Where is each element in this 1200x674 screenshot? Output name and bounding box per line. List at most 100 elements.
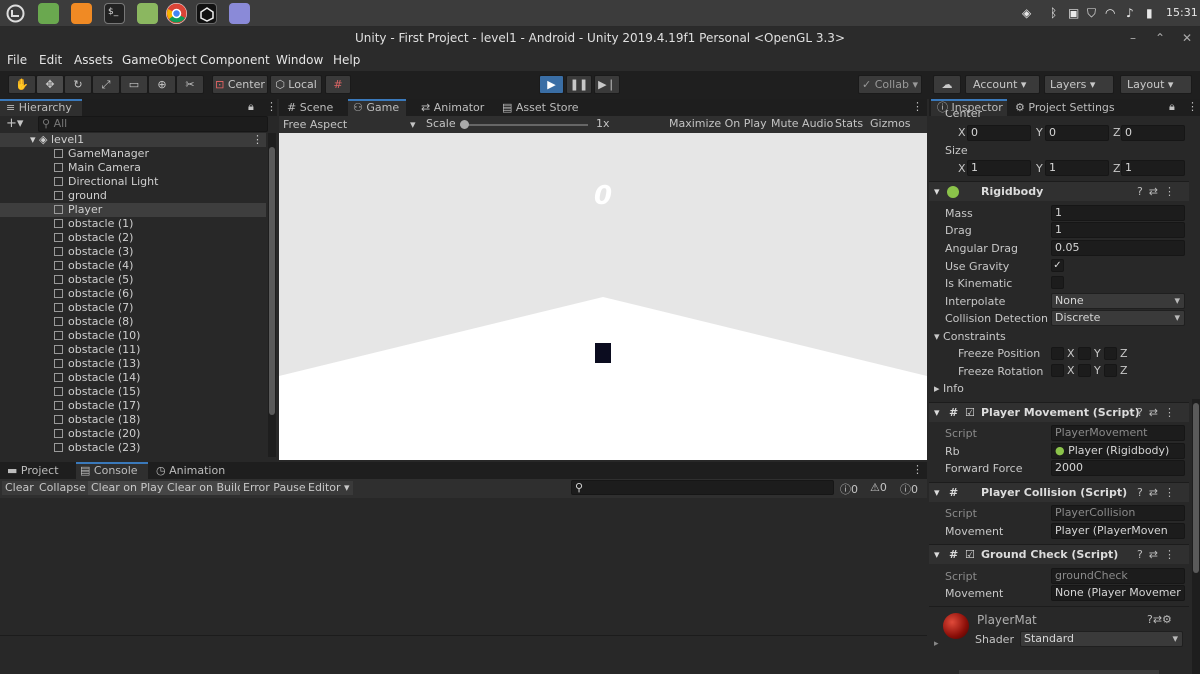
move-tool-icon[interactable]: ✥ bbox=[36, 75, 64, 94]
menu-assets[interactable]: Assets bbox=[74, 53, 113, 67]
freeze-rot-z-checkbox[interactable] bbox=[1104, 364, 1117, 377]
aspect-dropdown[interactable]: Free Aspect ▾ bbox=[283, 117, 419, 132]
console-search-input[interactable]: ⚲ bbox=[571, 480, 834, 495]
player-collision-header[interactable]: ▾ # Player Collision (Script) ?⇄⋮ bbox=[929, 482, 1189, 502]
create-plus-icon[interactable]: +▾ bbox=[6, 116, 23, 131]
volume-icon[interactable]: ♪ bbox=[1126, 6, 1134, 20]
constraints-foldout[interactable]: ▾ Constraints bbox=[934, 330, 1006, 343]
battery-icon[interactable]: ▮ bbox=[1146, 6, 1153, 20]
component-header-icons[interactable]: ?⇄⋮ bbox=[1137, 182, 1181, 202]
tab-scene[interactable]: # Scene bbox=[283, 99, 345, 116]
interpolate-dropdown[interactable]: None bbox=[1051, 293, 1185, 309]
material-header-icons[interactable]: ?⇄⚙ bbox=[1147, 613, 1172, 626]
space-local-button[interactable]: ⬡ Local bbox=[270, 75, 322, 94]
hierarchy-item[interactable]: Player bbox=[0, 203, 266, 217]
clear-on-build-button[interactable]: Clear on Build bbox=[164, 481, 248, 495]
cloud-icon[interactable]: ☁ bbox=[933, 75, 961, 94]
ground-check-header[interactable]: ▾ # ☑ Ground Check (Script) ?⇄⋮ bbox=[929, 544, 1189, 564]
freeze-rot-x-checkbox[interactable] bbox=[1051, 364, 1064, 377]
game-viewport[interactable]: 0 bbox=[279, 133, 927, 460]
hierarchy-item[interactable]: obstacle (4) bbox=[0, 259, 266, 273]
console-clear-button[interactable]: Clear bbox=[2, 481, 37, 495]
tab-asset-store[interactable]: ▤ Asset Store bbox=[498, 99, 584, 116]
drag-field[interactable]: 1 bbox=[1051, 222, 1185, 238]
use-gravity-checkbox[interactable]: ✓ bbox=[1051, 259, 1064, 272]
transform-tool-icon[interactable]: ⊕ bbox=[148, 75, 176, 94]
inspector-more-icon[interactable]: ⋮ bbox=[1187, 100, 1198, 113]
add-component-button[interactable] bbox=[959, 670, 1159, 674]
tab-project-settings[interactable]: ⚙ Project Settings bbox=[1015, 99, 1115, 116]
pivot-center-button[interactable]: ⊡ Center bbox=[212, 75, 268, 94]
hierarchy-item[interactable]: obstacle (5) bbox=[0, 273, 266, 287]
tab-animator[interactable]: ⇄ Animator bbox=[416, 99, 494, 116]
editor-dropdown[interactable]: Editor ▾ bbox=[305, 481, 353, 495]
network-icon[interactable]: ◠ bbox=[1105, 6, 1115, 20]
more-icon[interactable]: ⋮ bbox=[266, 100, 277, 113]
component-header-icons[interactable]: ?⇄⋮ bbox=[1137, 403, 1181, 423]
hierarchy-item[interactable]: obstacle (1) bbox=[0, 217, 266, 231]
size-z-field[interactable]: 1 bbox=[1121, 160, 1185, 176]
hierarchy-item[interactable]: obstacle (17) bbox=[0, 399, 266, 413]
scale-slider-handle[interactable] bbox=[460, 120, 469, 129]
gc-movement-field[interactable]: None (Player Movemer bbox=[1051, 585, 1185, 601]
hierarchy-search-input[interactable]: ⚲ All bbox=[38, 116, 268, 132]
freeze-pos-z-checkbox[interactable] bbox=[1104, 347, 1117, 360]
hierarchy-item[interactable]: obstacle (3) bbox=[0, 245, 266, 259]
clock[interactable]: 15:31 bbox=[1166, 6, 1198, 19]
hand-tool-icon[interactable]: ✋ bbox=[8, 75, 36, 94]
hierarchy-item[interactable]: obstacle (6) bbox=[0, 287, 266, 301]
inspector-scrollbar-thumb[interactable] bbox=[1193, 403, 1199, 573]
rb-field[interactable]: ● Player (Rigidbody) bbox=[1051, 443, 1185, 459]
account-dropdown[interactable]: Account ▾ bbox=[965, 75, 1040, 94]
terminal-icon[interactable]: $_ bbox=[104, 3, 125, 24]
is-kinematic-checkbox[interactable] bbox=[1051, 276, 1064, 289]
hierarchy-item[interactable]: obstacle (18) bbox=[0, 413, 266, 427]
pc-movement-field[interactable]: Player (PlayerMoven bbox=[1051, 523, 1185, 539]
forward-force-field[interactable]: 2000 bbox=[1051, 460, 1185, 476]
menu-icon[interactable] bbox=[5, 3, 26, 24]
hierarchy-item[interactable]: GameManager bbox=[0, 147, 266, 161]
tab-console[interactable]: ▤ Console bbox=[76, 462, 148, 479]
mute-audio-toggle[interactable]: Mute Audio bbox=[771, 117, 833, 130]
center-y-field[interactable]: 0 bbox=[1045, 125, 1109, 141]
size-x-field[interactable]: 1 bbox=[967, 160, 1031, 176]
menu-help[interactable]: Help bbox=[333, 53, 360, 67]
component-header-icons[interactable]: ?⇄⋮ bbox=[1137, 545, 1181, 565]
gizmos-toggle[interactable]: Gizmos bbox=[870, 117, 911, 130]
minimize-icon[interactable]: – bbox=[1130, 27, 1136, 49]
hierarchy-item[interactable]: obstacle (15) bbox=[0, 385, 266, 399]
freeze-rot-y-checkbox[interactable] bbox=[1078, 364, 1091, 377]
snap-grid-icon[interactable]: # bbox=[325, 75, 351, 94]
tab-project[interactable]: ▬ Project bbox=[4, 462, 74, 479]
game-more-icon[interactable]: ⋮ bbox=[912, 100, 923, 113]
hierarchy-item[interactable]: obstacle (20) bbox=[0, 427, 266, 441]
hierarchy-scrollbar[interactable] bbox=[268, 133, 276, 457]
console-collapse-button[interactable]: Collapse bbox=[36, 481, 89, 495]
hierarchy-item[interactable]: obstacle (14) bbox=[0, 371, 266, 385]
layers-dropdown[interactable]: Layers ▾ bbox=[1044, 75, 1114, 94]
clipboard-icon[interactable]: ▣ bbox=[1068, 6, 1079, 20]
mass-field[interactable]: 1 bbox=[1051, 205, 1185, 221]
size-y-field[interactable]: 1 bbox=[1045, 160, 1109, 176]
menu-gameobject[interactable]: GameObject bbox=[122, 53, 197, 67]
hierarchy-item[interactable]: Directional Light bbox=[0, 175, 266, 189]
unity-icon[interactable] bbox=[196, 3, 217, 24]
info-foldout[interactable]: ▸ Info bbox=[934, 382, 964, 395]
menu-window[interactable]: Window bbox=[276, 53, 323, 67]
freeze-pos-y-checkbox[interactable] bbox=[1078, 347, 1091, 360]
angular-drag-field[interactable]: 0.05 bbox=[1051, 240, 1185, 256]
folder-icon[interactable] bbox=[137, 3, 158, 24]
scene-more-icon[interactable]: ⋮ bbox=[252, 133, 263, 147]
text-editor-icon[interactable] bbox=[229, 3, 250, 24]
tab-hierarchy[interactable]: ≡ Hierarchy bbox=[0, 99, 82, 116]
tab-animation[interactable]: ◷ Animation bbox=[153, 462, 233, 479]
clear-on-play-button[interactable]: Clear on Play bbox=[88, 481, 167, 495]
files-icon[interactable] bbox=[38, 3, 59, 24]
hierarchy-item[interactable]: obstacle (2) bbox=[0, 231, 266, 245]
collision-detection-dropdown[interactable]: Discrete bbox=[1051, 310, 1185, 326]
inspector-lock-icon[interactable]: 🔒︎ bbox=[1169, 100, 1175, 114]
bluetooth-icon[interactable]: ᛒ bbox=[1050, 6, 1057, 20]
pause-button[interactable]: ❚❚ bbox=[566, 75, 592, 94]
menu-file[interactable]: File bbox=[7, 53, 27, 67]
inspector-scrollbar[interactable] bbox=[1192, 399, 1200, 674]
